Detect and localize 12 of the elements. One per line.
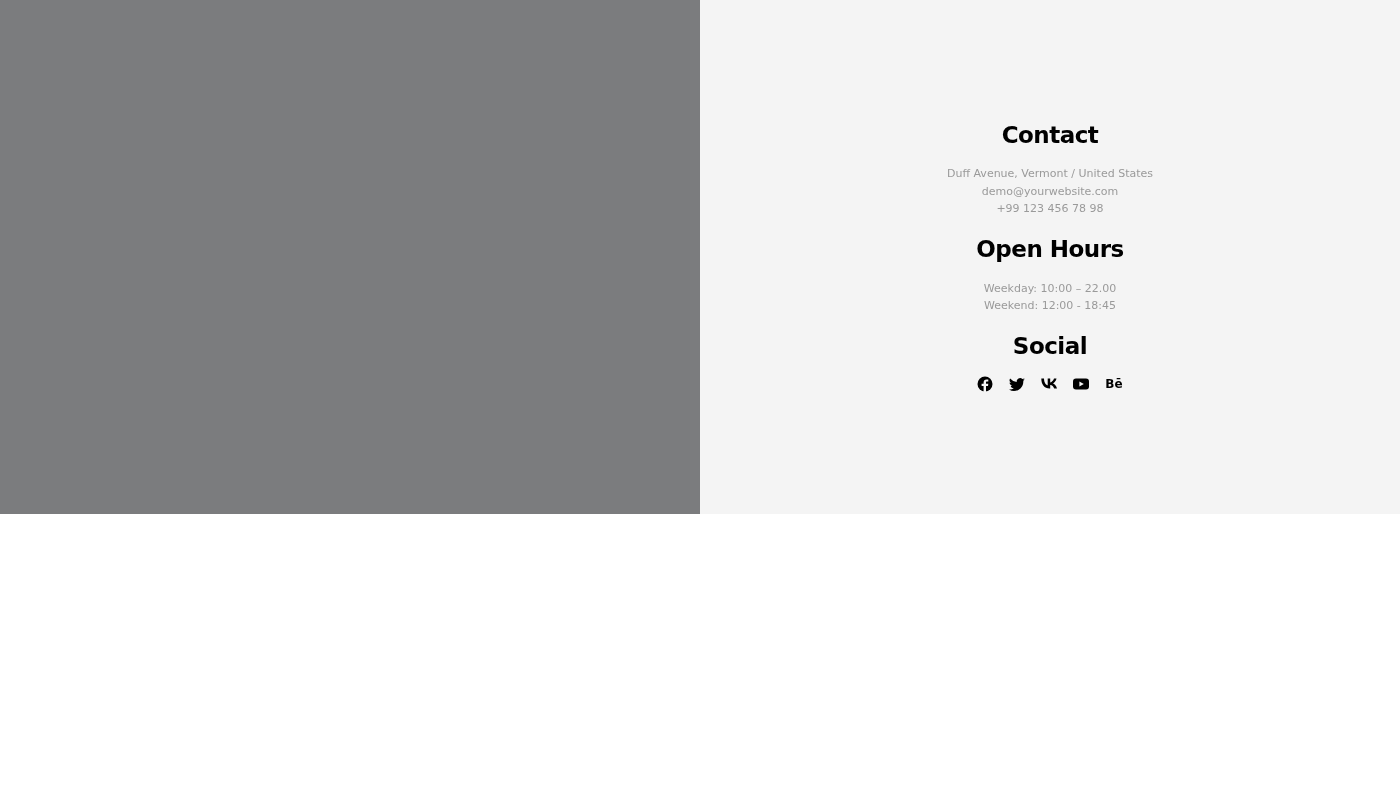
section-title: Contact — [1001, 121, 1099, 150]
play-icon[interactable] — [1073, 376, 1090, 393]
section-title: Open Hours — [976, 235, 1124, 264]
bird-icon[interactable] — [1009, 376, 1026, 393]
info-text: Duff Avenue, Vermont / United States — [946, 166, 1154, 183]
behance-icon[interactable]: Bē — [1101, 376, 1127, 393]
section-title: Social — [1012, 332, 1088, 361]
info-text: Weekend: 12:00 - 18:45 — [983, 298, 1117, 315]
info-text: Weekday: 10:00 – 22.00 — [983, 280, 1117, 297]
info-text: +99 123 456 78 98 — [995, 201, 1105, 218]
info-text: demo@yourwebsite.com — [980, 183, 1120, 200]
facebook-icon[interactable] — [977, 376, 994, 393]
